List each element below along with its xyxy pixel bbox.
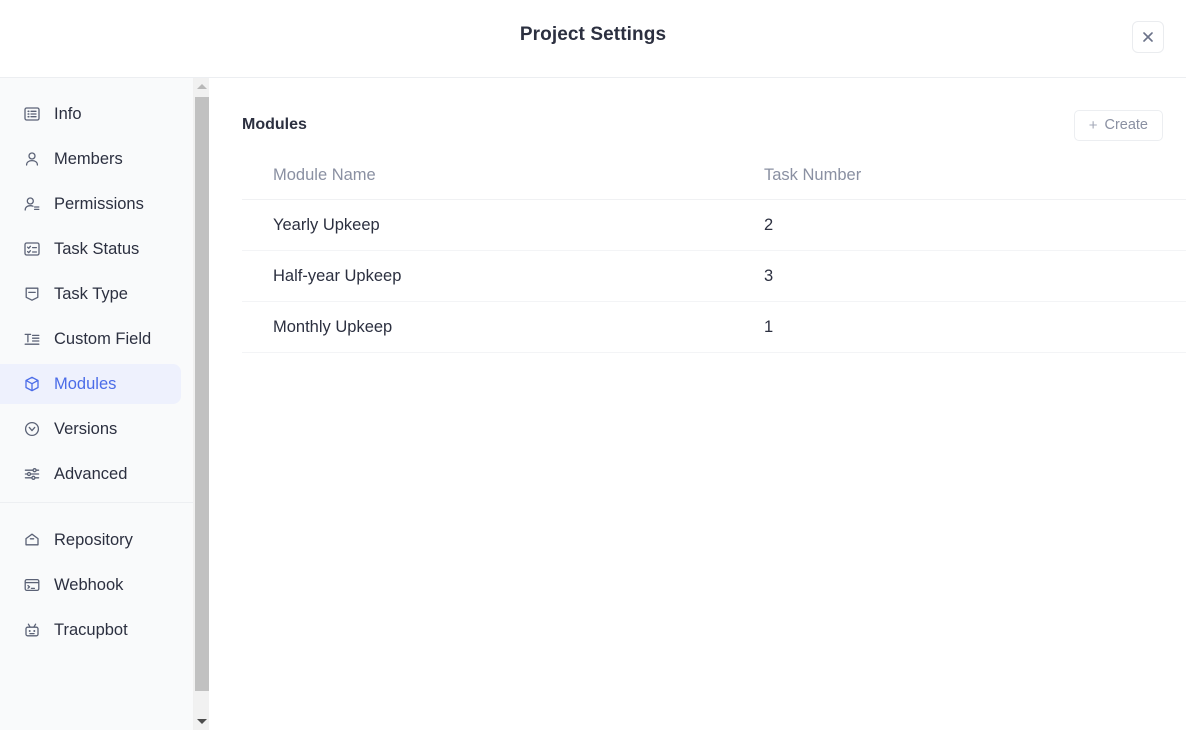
sliders-icon xyxy=(22,465,41,484)
modules-table: Module Name Task Number Yearly Upkeep 2 … xyxy=(242,166,1186,353)
sidebar-item-label: Custom Field xyxy=(54,329,152,348)
cell-task-number: 2 xyxy=(733,199,1186,251)
checklist-icon xyxy=(22,240,41,259)
plus-icon: + xyxy=(1088,116,1098,134)
sidebar-item-label: Task Type xyxy=(54,284,128,303)
cell-task-number: 3 xyxy=(733,250,1186,302)
sidebar-item-permissions[interactable]: Permissions xyxy=(0,184,181,224)
sidebar-item-versions[interactable]: Versions xyxy=(0,409,181,449)
scroll-down-button[interactable] xyxy=(194,713,209,730)
sidebar-scrollbar[interactable] xyxy=(193,78,209,730)
modules-table-body: Yearly Upkeep 2 Half-year Upkeep 3 Month… xyxy=(242,199,1186,353)
sidebar-item-webhook[interactable]: Webhook xyxy=(0,565,181,605)
cell-task-number: 1 xyxy=(733,301,1186,353)
list-box-icon xyxy=(22,105,41,124)
repository-icon xyxy=(22,531,41,550)
section-title: Modules xyxy=(242,116,307,133)
sidebar-item-task-status[interactable]: Task Status xyxy=(0,229,181,269)
sidebar-item-members[interactable]: Members xyxy=(0,139,181,179)
sidebar-item-label: Permissions xyxy=(54,194,144,213)
close-icon xyxy=(1141,30,1155,44)
scroll-up-arrow-icon xyxy=(196,84,207,89)
settings-content-panel: Modules + Create Module Name Task Number xyxy=(210,78,1186,730)
terminal-icon xyxy=(22,576,41,595)
column-header-module-name: Module Name xyxy=(242,166,733,200)
scrollbar-thumb[interactable] xyxy=(195,97,209,691)
person-icon xyxy=(22,150,41,169)
scroll-up-button[interactable] xyxy=(194,78,209,95)
circle-chevron-down-icon xyxy=(22,420,41,439)
robot-icon xyxy=(22,621,41,640)
sidebar-item-info[interactable]: Info xyxy=(0,94,181,134)
modal-header: Project Settings xyxy=(0,0,1186,78)
text-format-icon xyxy=(22,330,41,349)
create-module-button[interactable]: + Create xyxy=(1073,109,1163,141)
cell-module-name: Monthly Upkeep xyxy=(242,301,733,353)
sidebar-item-label: Info xyxy=(54,104,82,123)
settings-sidebar: Info Members Permissions Task Status Tas… xyxy=(0,78,193,730)
table-row[interactable]: Half-year Upkeep 3 xyxy=(242,250,1186,302)
sidebar-item-custom-field[interactable]: Custom Field xyxy=(0,319,181,359)
scroll-down-arrow-icon xyxy=(196,719,207,724)
modules-table-head: Module Name Task Number xyxy=(242,166,1186,200)
page-title: Project Settings xyxy=(519,24,667,45)
cell-module-name: Yearly Upkeep xyxy=(242,199,733,251)
project-settings-modal: Project Settings Info Members Permission… xyxy=(0,0,1186,730)
modal-body: Info Members Permissions Task Status Tas… xyxy=(0,78,1186,730)
sidebar-group-integrations: Repository Webhook Tracupbot xyxy=(0,503,193,650)
modules-section-header: Modules + Create xyxy=(242,108,1163,142)
sidebar-item-label: Members xyxy=(54,149,123,168)
sidebar-item-label: Advanced xyxy=(54,464,128,483)
close-button[interactable] xyxy=(1132,21,1164,53)
table-row[interactable]: Monthly Upkeep 1 xyxy=(242,301,1186,353)
person-lines-icon xyxy=(22,195,41,214)
sidebar-item-advanced[interactable]: Advanced xyxy=(0,454,181,494)
sidebar-group-primary: Info Members Permissions Task Status Tas… xyxy=(0,78,193,494)
sidebar-item-modules[interactable]: Modules xyxy=(0,364,181,404)
cell-module-name: Half-year Upkeep xyxy=(242,250,733,302)
table-header-row: Module Name Task Number xyxy=(242,166,1186,200)
sidebar-item-label: Repository xyxy=(54,530,133,549)
bookmark-icon xyxy=(22,285,41,304)
sidebar-item-repository[interactable]: Repository xyxy=(0,520,181,560)
sidebar-item-tracupbot[interactable]: Tracupbot xyxy=(0,610,181,650)
table-row[interactable]: Yearly Upkeep 2 xyxy=(242,199,1186,251)
create-button-label: Create xyxy=(1104,117,1148,133)
cube-icon xyxy=(22,375,41,394)
sidebar-item-label: Tracupbot xyxy=(54,620,128,639)
column-header-task-number: Task Number xyxy=(733,166,1186,200)
sidebar-item-label: Webhook xyxy=(54,575,124,594)
sidebar-item-label: Versions xyxy=(54,419,118,438)
sidebar-item-label: Modules xyxy=(54,374,117,393)
sidebar-item-label: Task Status xyxy=(54,239,140,258)
sidebar-item-task-type[interactable]: Task Type xyxy=(0,274,181,314)
